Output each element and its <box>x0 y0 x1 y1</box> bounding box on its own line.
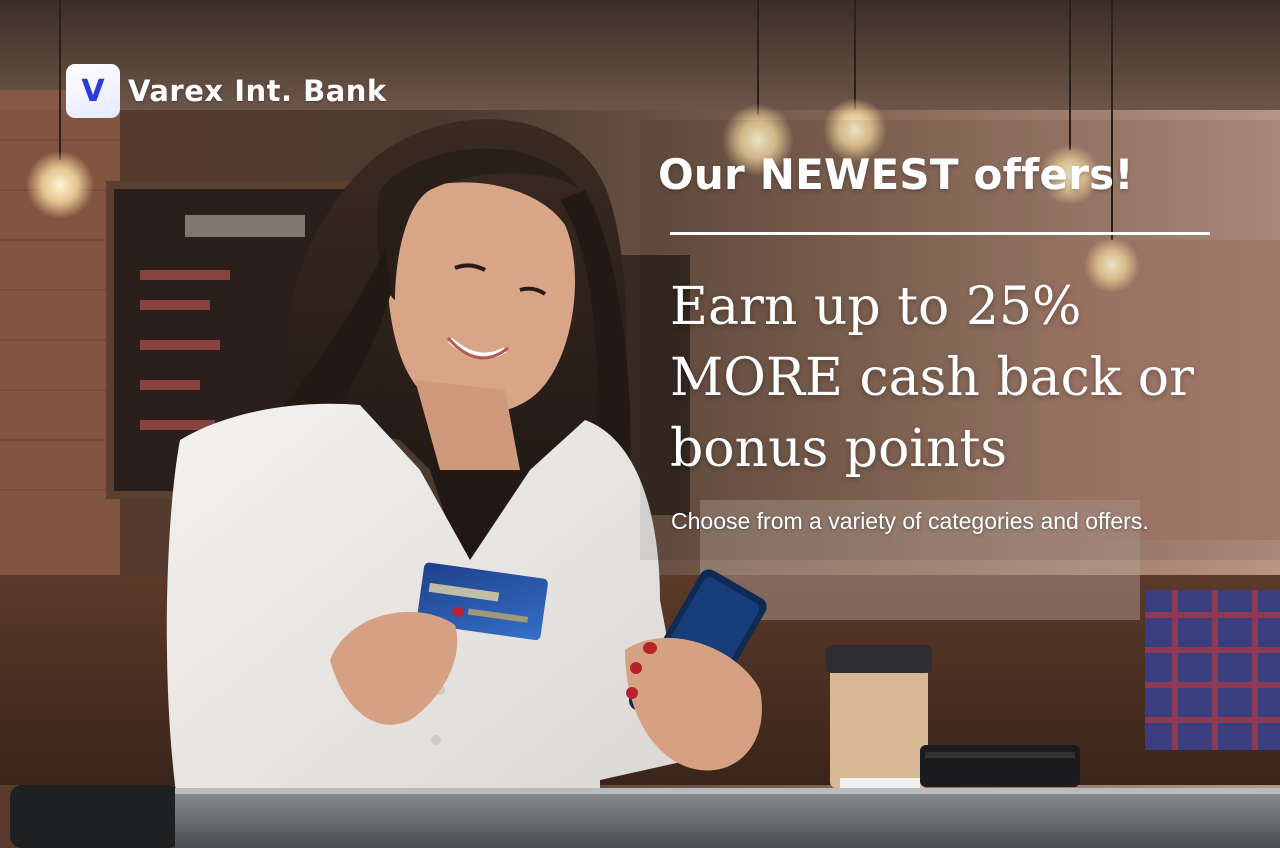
offer-title: Earn up to 25% MORE cash back or bonus p… <box>670 277 1194 479</box>
brand-logo[interactable]: V Varex Int. Bank <box>66 64 387 118</box>
brand-name: Varex Int. Bank <box>128 74 387 108</box>
headline-divider <box>670 232 1210 235</box>
logo-mark-icon: V <box>66 64 120 118</box>
offer-subtext: Choose from a variety of categories and … <box>671 508 1149 534</box>
offers-headline: Our NEWEST offers! <box>658 150 1134 199</box>
promo-banner: V Varex Int. Bank Our NEWEST offers! Ear… <box>0 0 1280 848</box>
